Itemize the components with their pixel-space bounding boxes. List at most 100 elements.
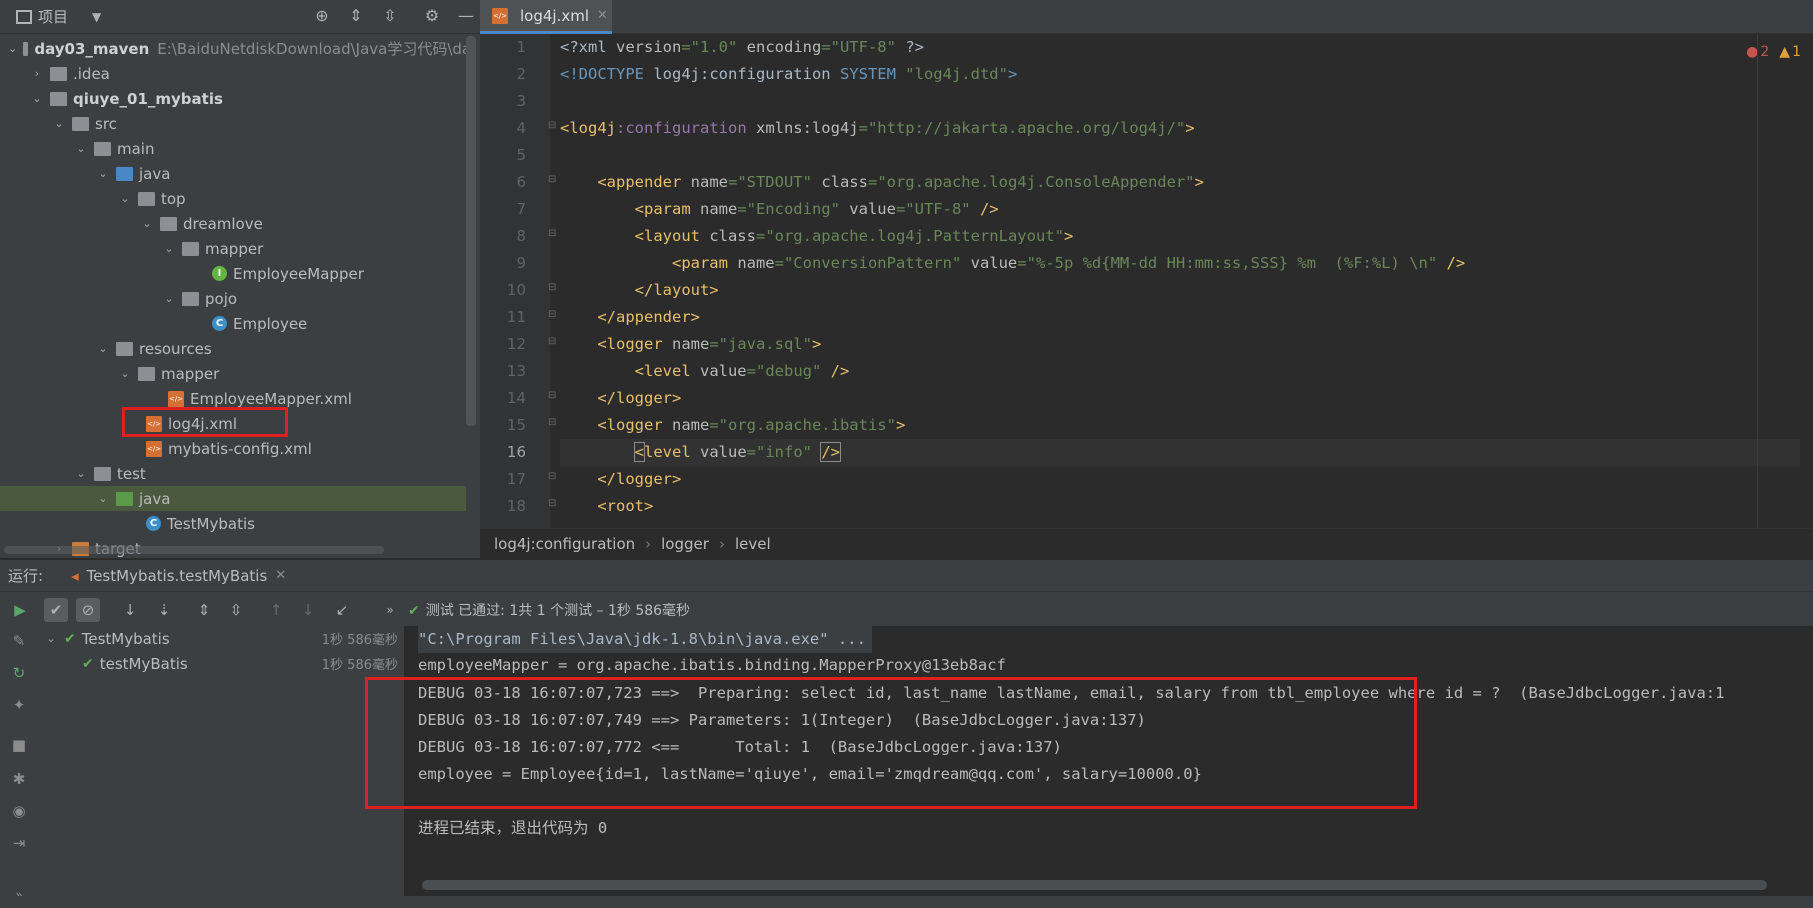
line-number: 8 <box>516 227 526 245</box>
tree-item-label: java <box>139 489 171 508</box>
test-case-row[interactable]: ✔ testMyBatis 1秒 586毫秒 <box>38 651 404 676</box>
gear-icon[interactable]: ⚙ <box>422 6 442 26</box>
chevron-down-icon[interactable]: ▼ <box>92 10 101 24</box>
chevron-right-icon[interactable]: › <box>30 67 44 80</box>
tree-item-pojo[interactable]: ⌄ pojo <box>0 286 466 311</box>
module-folder-icon <box>23 41 29 56</box>
fold-marker-icon[interactable]: ⊟ <box>548 174 558 185</box>
line-number: 15 <box>506 416 526 434</box>
breadcrumb-item[interactable]: level <box>735 535 771 553</box>
collapse-all-icon[interactable]: ⇳ <box>224 598 248 622</box>
tree-item-testmybatis[interactable]: C TestMybatis <box>0 511 466 536</box>
tree-item-main[interactable]: ⌄ main <box>0 136 466 161</box>
chevron-down-icon[interactable]: ⌄ <box>30 92 44 105</box>
fold-marker-icon[interactable]: ⊟ <box>548 498 558 509</box>
run-tab[interactable]: ◂ TestMybatis.testMyBatis ✕ <box>71 560 286 592</box>
console-output[interactable]: "C:\Program Files\Java\jdk-1.8\bin\java.… <box>404 626 1813 908</box>
code-line-4: <log4j:configuration xmlns:log4j="http:/… <box>560 119 1195 137</box>
tree-item-qiuye-01-mybatis[interactable]: ⌄ qiuye_01_mybatis <box>0 86 466 111</box>
tree-item-label: log4j.xml <box>168 414 238 433</box>
xml-file-icon: </> <box>146 440 162 457</box>
stop-icon[interactable]: ■ <box>9 736 29 756</box>
chevron-down-icon[interactable]: ⌄ <box>8 42 17 55</box>
fold-marker-icon[interactable]: ⊟ <box>548 471 558 482</box>
folder-icon <box>94 466 111 481</box>
fold-marker-icon[interactable]: ⊟ <box>548 228 558 239</box>
breadcrumb-item[interactable]: log4j:configuration <box>494 535 635 553</box>
tree-item-label: TestMybatis <box>167 514 255 533</box>
close-icon[interactable]: ✕ <box>597 8 608 23</box>
tree-item-top[interactable]: ⌄ top <box>0 186 466 211</box>
fold-marker-icon[interactable]: ⊟ <box>548 417 558 428</box>
breadcrumb-item[interactable]: logger <box>661 535 709 553</box>
chevron-down-icon[interactable]: ⌄ <box>52 117 66 130</box>
test-suite-row[interactable]: ⌄ ✔ TestMybatis 1秒 586毫秒 <box>38 626 404 651</box>
show-ignored-icon[interactable]: ⊘ <box>76 598 100 622</box>
tree-vertical-scrollbar[interactable] <box>466 36 476 426</box>
show-passed-icon[interactable]: ✔ <box>44 598 68 622</box>
exit-icon[interactable]: ⇥ <box>9 834 29 854</box>
tree-item-mapper-package[interactable]: ⌄ mapper <box>0 236 466 261</box>
chevron-down-icon[interactable]: ⌄ <box>140 217 154 230</box>
tree-item-dreamlove[interactable]: ⌄ dreamlove <box>0 211 466 236</box>
tree-item-employeemapper-xml[interactable]: </> EmployeeMapper.xml <box>0 386 466 411</box>
hide-icon[interactable]: — <box>456 6 476 26</box>
tree-item-day03-maven[interactable]: ⌄ day03_maven E:\BaiduNetdiskDownload\Ja… <box>0 36 466 61</box>
chevron-down-icon[interactable]: ⌄ <box>96 492 110 505</box>
expand-all-icon[interactable]: ⇕ <box>346 6 366 26</box>
tree-item-mybatis-config-xml[interactable]: </> mybatis-config.xml <box>0 436 466 461</box>
chevron-down-icon[interactable]: ⌄ <box>74 467 88 480</box>
expand-all-icon[interactable]: ⇕ <box>192 598 216 622</box>
project-view-icon[interactable] <box>16 9 32 24</box>
fold-marker-icon[interactable]: ⊟ <box>548 282 558 293</box>
warning-icon[interactable]: ▲ <box>1779 44 1790 60</box>
collapse-all-icon[interactable]: ⇳ <box>380 6 400 26</box>
line-number: 13 <box>506 362 526 380</box>
tree-item-test[interactable]: ⌄ test <box>0 461 466 486</box>
inspection-widget[interactable]: ● 2 ▲ 1 <box>1746 44 1801 60</box>
rerun-icon[interactable]: ▶ <box>8 598 32 622</box>
wrench-icon[interactable]: ✦ <box>9 696 29 716</box>
chevron-down-icon[interactable]: ⌄ <box>74 142 88 155</box>
tree-item-idea[interactable]: › .idea <box>0 61 466 86</box>
line-number: 9 <box>516 254 526 272</box>
tree-item-java[interactable]: ⌄ java <box>0 161 466 186</box>
fold-marker-icon[interactable]: ⊟ <box>548 309 558 320</box>
debug-icon[interactable]: ✎ <box>9 632 29 652</box>
locate-icon[interactable]: ⊕ <box>312 6 332 26</box>
tab-log4j-xml[interactable]: </> log4j.xml ✕ <box>480 0 612 34</box>
rerun-failed-icon[interactable]: ↻ <box>9 664 29 684</box>
tree-item-resources[interactable]: ⌄ resources <box>0 336 466 361</box>
chevron-down-icon[interactable]: ⌄ <box>96 342 110 355</box>
arrow-up-icon[interactable]: ↑ <box>264 598 288 622</box>
chevron-down-icon[interactable]: ⌄ <box>96 167 110 180</box>
code-area[interactable]: <?xml version="1.0" encoding="UTF-8" ?> … <box>560 34 1800 528</box>
tree-item-src[interactable]: ⌄ src <box>0 111 466 136</box>
chevron-down-icon[interactable]: ⌄ <box>118 192 132 205</box>
tree-item-mapper-folder[interactable]: ⌄ mapper <box>0 361 466 386</box>
close-icon[interactable]: ✕ <box>275 568 286 583</box>
chevron-down-icon[interactable]: ⌄ <box>162 242 176 255</box>
test-time: 1秒 586毫秒 <box>321 633 398 648</box>
sort-duration-icon[interactable]: ⇣ <box>152 598 176 622</box>
fold-marker-icon[interactable]: ⊟ <box>548 336 558 347</box>
camera-icon[interactable]: ◉ <box>9 802 29 822</box>
more-icon[interactable]: » <box>378 598 402 622</box>
fold-marker-icon[interactable]: ⊟ <box>548 120 558 131</box>
project-title[interactable]: 项目 <box>38 6 68 27</box>
arrow-down-icon[interactable]: ↓ <box>296 598 320 622</box>
tree-horizontal-scrollbar[interactable] <box>4 546 384 554</box>
tree-item-employee[interactable]: C Employee <box>0 311 466 336</box>
import-tests-icon[interactable]: ↙ <box>330 598 354 622</box>
chevron-down-icon[interactable]: ⌄ <box>44 632 58 645</box>
tree-item-test-java[interactable]: ⌄ java <box>0 486 466 511</box>
tree-item-log4j-xml[interactable]: </> log4j.xml <box>0 411 466 436</box>
tree-item-employeemapper[interactable]: I EmployeeMapper <box>0 261 466 286</box>
pin-icon[interactable]: ✱ <box>9 770 29 790</box>
chevron-down-icon[interactable]: ⌄ <box>162 292 176 305</box>
fold-marker-icon[interactable]: ⊟ <box>548 390 558 401</box>
sort-alpha-icon[interactable]: ↓ <box>118 598 142 622</box>
console-horizontal-scrollbar[interactable] <box>422 880 1767 890</box>
tree-item-label: mybatis-config.xml <box>168 439 312 458</box>
chevron-down-icon[interactable]: ⌄ <box>118 367 132 380</box>
